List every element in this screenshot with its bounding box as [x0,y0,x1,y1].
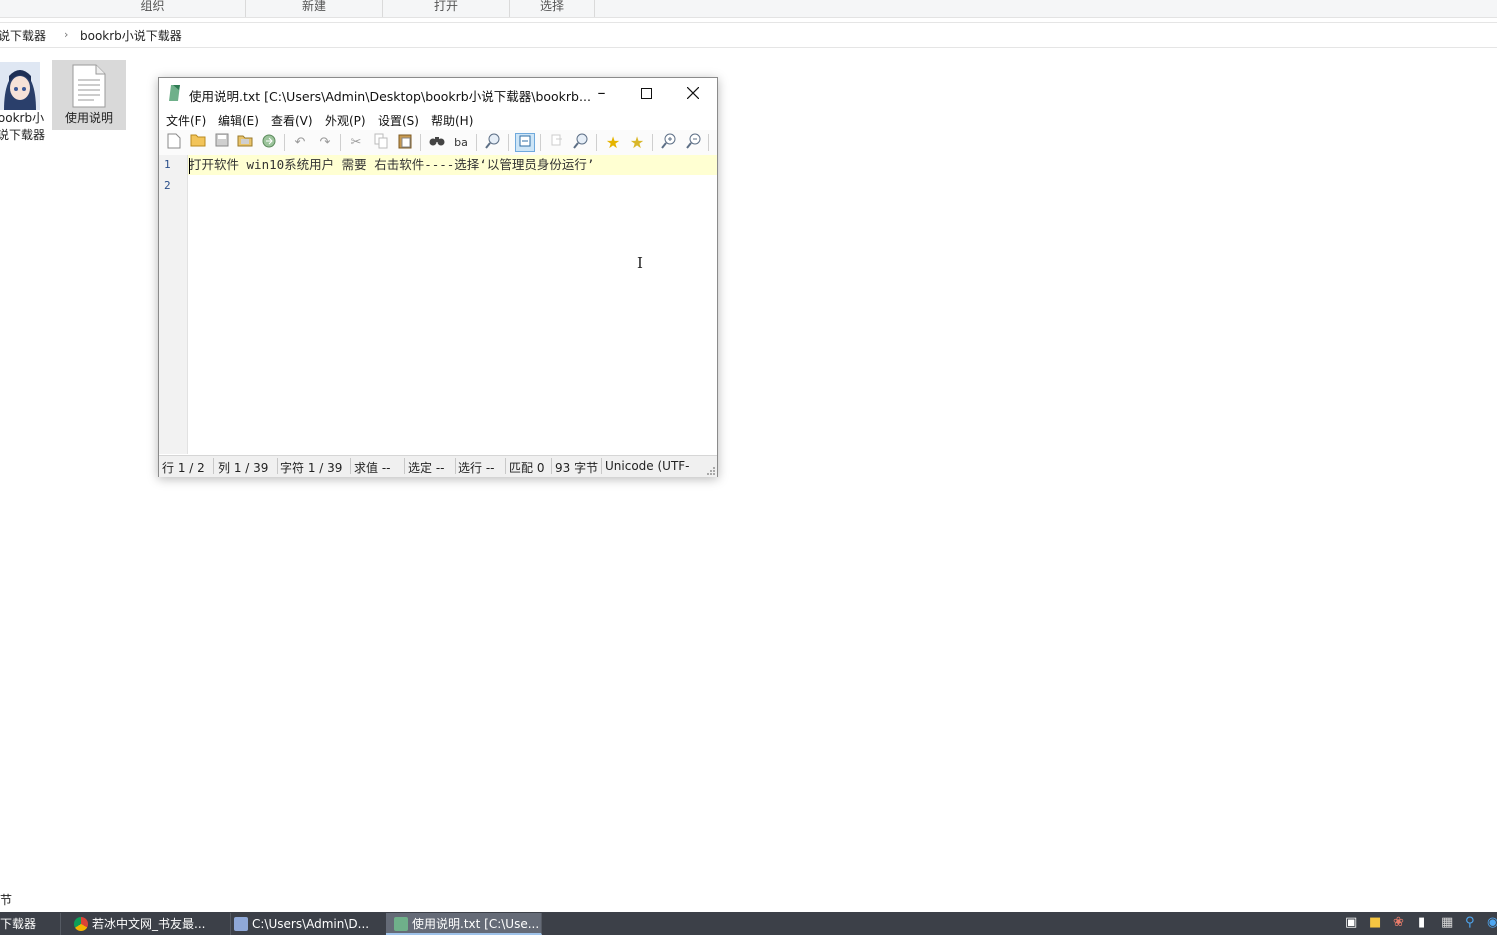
anime-avatar-exe-icon [0,62,40,110]
zoom-search-icon[interactable] [571,133,591,152]
taskbar-label: 使用说明.txt [C:\Use... [412,917,540,931]
toolbar: ↶ ↷ ✂ ba ★ ★ [159,130,717,156]
ribbon-group-select: 选择 [510,0,595,17]
zoom-out-icon[interactable] [684,133,704,152]
breadcrumb-item[interactable]: 小说下载器 [0,27,46,44]
view-whitespace-icon[interactable] [547,133,567,152]
paste-icon[interactable] [395,133,415,152]
window-title: 使用说明.txt [C:\Users\Admin\Desktop\bookrb小… [189,89,591,104]
taskbar-item-explorer[interactable]: 下载器 [0,913,61,935]
file-label: 使用说明 [64,111,113,125]
battery-icon[interactable]: ▮ [1418,915,1425,930]
status-char: 字符 1 / 39 [280,461,343,475]
menu-settings[interactable]: 设置(S) [378,112,419,129]
ribbon-group-open: 打开 [383,0,510,17]
file-label: 说下载器 [0,128,45,142]
status-selected-lines: 选行 -- [458,461,495,475]
file-label: ookrb小 [0,111,45,125]
line-number-gutter: 1 2 [159,155,188,454]
chrome-icon [74,917,88,931]
taskbar-label: 下载器 [0,917,37,931]
line-number: 2 [164,179,171,192]
file-item-readme[interactable]: 使用说明 [52,60,126,130]
open-folder-icon[interactable] [188,133,208,152]
status-column: 列 1 / 39 [218,461,269,475]
status-encoding: Unicode (UTF- [605,459,689,473]
menu-edit[interactable]: 编辑(E) [218,112,259,129]
status-bytes: 93 字节 [555,461,599,475]
text-caret [189,158,190,174]
menu-view[interactable]: 查看(V) [271,112,313,129]
close-button[interactable] [670,78,715,109]
taskbar-item-notepad[interactable]: 使用说明.txt [C:\Use... [386,913,542,935]
favorites-icon[interactable]: ★ [603,133,623,152]
replace-icon[interactable]: ba [451,133,471,152]
zoom-in-icon[interactable] [659,133,679,152]
notepad-icon [169,85,180,101]
taskbar-label: 若冰中文网_书友最... [92,917,206,931]
status-line: 行 1 / 2 [162,461,205,475]
minimize-button[interactable]: – [579,78,624,109]
app-icon [234,917,248,931]
copy-icon[interactable] [371,133,391,152]
explorer-status-text: 节 [0,893,13,907]
cut-icon[interactable]: ✂ [346,133,366,152]
status-match: 匹配 0 [509,461,545,475]
tray-app-icon[interactable]: ■ [1369,915,1381,930]
redo-icon[interactable]: ↷ [315,133,335,152]
taskbar-item-app[interactable]: C:\Users\Admin\D... [224,913,393,935]
text-document-icon [72,64,106,108]
taskbar: 下载器 若冰中文网_书友最... C:\Users\Admin\D... 使用说… [0,912,1497,935]
find-in-files-icon[interactable] [483,133,503,152]
new-file-icon[interactable] [164,133,184,152]
menu-help[interactable]: 帮助(H) [431,112,473,129]
tray-flower-icon[interactable]: ❀ [1393,915,1404,930]
taskbar-label: C:\Users\Admin\D... [252,917,370,931]
maximize-button[interactable] [624,78,669,109]
word-wrap-icon[interactable] [515,133,535,152]
menu-file[interactable]: 文件(F) [166,112,206,129]
i-beam-cursor-icon: I [637,254,643,272]
status-selection: 选定 -- [408,461,445,475]
add-favorite-icon[interactable]: ★ [627,133,647,152]
undo-icon[interactable]: ↶ [290,133,310,152]
network-icon[interactable]: ▦ [1441,915,1453,930]
editor-line-1[interactable]: 打开软件 win10系统用户 需要 右击软件----选择‘以管理员身份运行’ [189,156,594,174]
menu-appearance[interactable]: 外观(P) [325,112,366,129]
show-desktop-icon[interactable]: ▣ [1345,915,1357,930]
browse-icon[interactable] [259,133,279,152]
text-editor[interactable]: 1 2 打开软件 win10系统用户 需要 右击软件----选择‘以管理员身份运… [159,155,717,454]
close-icon [686,86,699,100]
shield-icon[interactable]: ◉ [1487,915,1497,930]
breadcrumb-item-current[interactable]: bookrb小说下载器 [80,27,182,44]
status-eval: 求值 -- [354,461,391,475]
save-as-icon[interactable] [235,133,255,152]
taskbar-item-chrome[interactable]: 若冰中文网_书友最... [64,913,231,935]
address-bar[interactable]: 小说下载器 › bookrb小说下载器 [0,22,1497,48]
notepad-icon [394,917,408,931]
status-bar: 行 1 / 2 列 1 / 39 字符 1 / 39 求值 -- 选定 -- 选… [159,455,717,477]
line-number: 1 [164,158,171,171]
find-icon[interactable] [427,133,447,152]
ribbon-group-new: 新建 [246,0,383,17]
save-icon[interactable] [212,133,232,152]
menu-bar: 文件(F) 编辑(E) 查看(V) 外观(P) 设置(S) 帮助(H) [159,109,717,129]
breadcrumb-separator-icon: › [64,28,69,41]
ribbon-group-organize: 组织 [60,0,246,17]
resize-grip-icon[interactable] [705,465,715,475]
file-item-bookrb-exe[interactable]: ookrb小 说下载器 [0,60,58,142]
notepad-window: 使用说明.txt [C:\Users\Admin\Desktop\bookrb小… [158,77,718,477]
explorer-ribbon: 组织 新建 打开 选择 [0,0,1497,18]
maximize-icon [641,88,652,99]
search-icon[interactable]: ⚲ [1465,915,1475,930]
title-bar[interactable]: 使用说明.txt [C:\Users\Admin\Desktop\bookrb小… [159,78,717,109]
